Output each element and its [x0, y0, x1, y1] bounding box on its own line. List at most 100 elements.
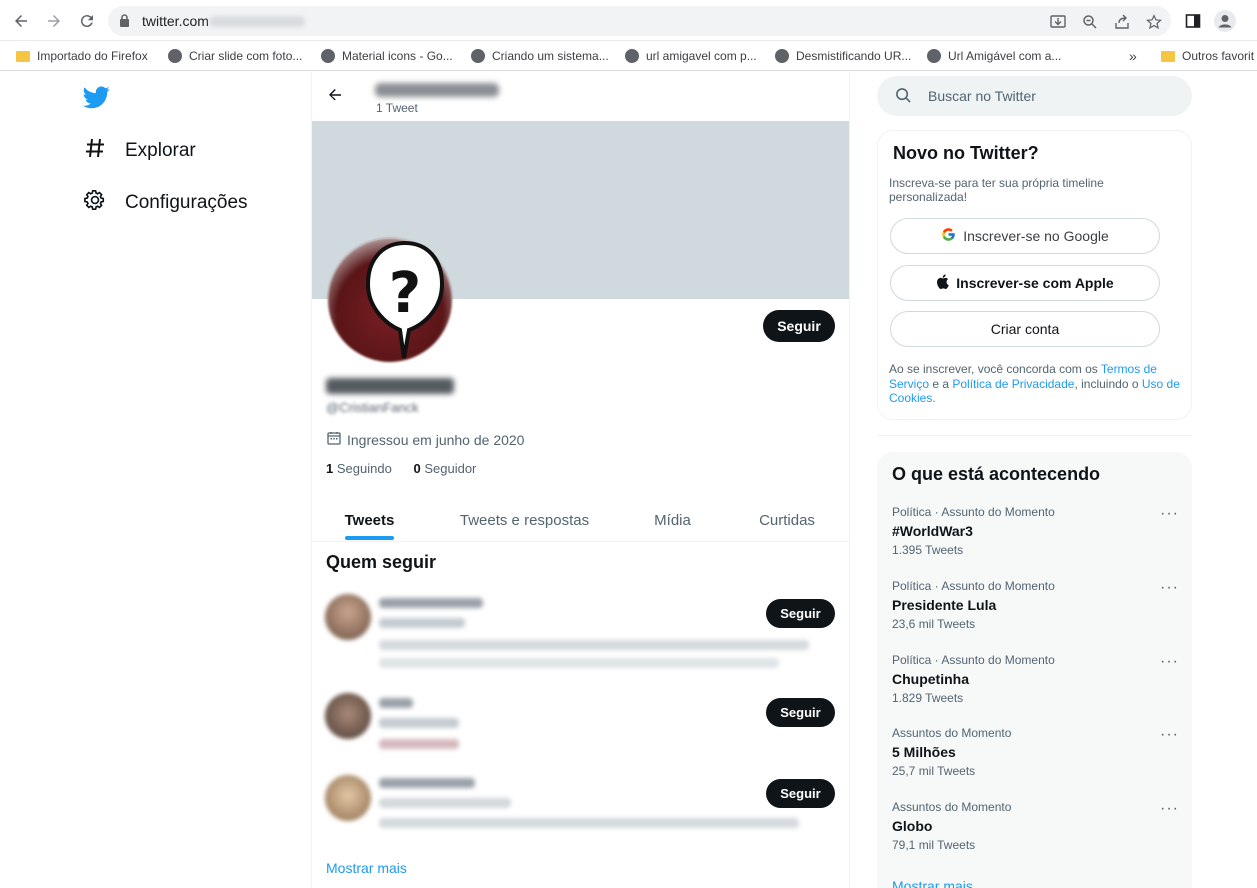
nav-label: Explorar — [125, 140, 196, 161]
signup-card: Novo no Twitter? Inscreva-se para ter su… — [877, 130, 1192, 420]
header-profile-name-redacted — [375, 83, 499, 97]
signup-title: Novo no Twitter? — [893, 143, 1039, 163]
more-options-icon[interactable]: ··· — [1160, 653, 1179, 671]
privacy-policy-link[interactable]: Política de Privacidade — [952, 377, 1074, 391]
globe-icon — [625, 49, 639, 63]
trend-name: Globo — [892, 818, 933, 834]
terms-text: e a — [929, 376, 953, 391]
google-signup-button[interactable]: Inscrever-se no Google — [890, 218, 1160, 254]
url-redacted — [209, 16, 305, 27]
trend-name: 5 Milhões — [892, 744, 956, 760]
twitter-bird-icon[interactable] — [83, 86, 110, 114]
trend-item[interactable]: Política · Assunto do Momento Chupetinha… — [892, 653, 1182, 713]
forward-icon[interactable] — [43, 10, 65, 32]
follow-button[interactable]: Seguir — [766, 779, 835, 808]
side-panel-icon[interactable] — [1182, 10, 1204, 32]
suggestion-bio-redacted — [379, 658, 779, 668]
suggestion-handle-redacted — [379, 618, 465, 628]
suggestion-name-redacted — [379, 778, 475, 788]
more-options-icon[interactable]: ··· — [1160, 505, 1179, 523]
bookmark-star-icon[interactable] — [1145, 13, 1163, 31]
followers-count: 0 — [413, 461, 421, 476]
profile-column: 1 Tweet ? Seguir @CristianFanck Ingresso… — [311, 72, 850, 888]
apple-signup-button[interactable]: Inscrever-se com Apple — [890, 265, 1160, 301]
nav-explorar[interactable]: Explorar — [84, 138, 196, 164]
bookmark-item[interactable]: Material icons - Go... — [321, 47, 453, 65]
back-arrow-icon[interactable] — [326, 86, 344, 109]
globe-icon — [927, 49, 941, 63]
tab-tweets-e-respostas[interactable]: Tweets e respostas — [442, 498, 607, 542]
trends-title: O que está acontecendo — [892, 464, 1101, 484]
following-link[interactable]: 1 Seguindo — [326, 461, 392, 476]
suggestion-bio-redacted — [379, 640, 809, 650]
show-more-link[interactable]: Mostrar mais — [326, 860, 407, 876]
follow-button[interactable]: Seguir — [766, 599, 835, 628]
bookmark-item[interactable]: Criar slide com foto... — [168, 47, 302, 65]
back-icon[interactable] — [10, 10, 32, 32]
follow-button[interactable]: Seguir — [766, 698, 835, 727]
globe-icon — [471, 49, 485, 63]
search-icon — [895, 87, 912, 109]
suggestion-item[interactable]: Seguir — [312, 684, 849, 764]
divider — [877, 435, 1192, 436]
reload-icon[interactable] — [76, 10, 98, 32]
trend-item[interactable]: Assuntos do Momento 5 Milhões 25,7 mil T… — [892, 726, 1182, 786]
followers-link[interactable]: 0 Seguidor — [413, 461, 476, 476]
zoom-icon[interactable] — [1081, 13, 1099, 31]
terms-text: . — [932, 391, 936, 405]
url-text: twitter.com — [142, 13, 209, 29]
gear-icon — [84, 189, 106, 217]
profile-icon[interactable] — [1214, 10, 1236, 32]
bookmark-item[interactable]: Importado do Firefox — [16, 47, 148, 65]
who-to-follow-title: Quem seguir — [326, 552, 437, 572]
bookmark-item[interactable]: Desmistificando UR... — [775, 47, 911, 65]
profile-handle: @CristianFanck — [326, 400, 419, 415]
suggestion-item[interactable]: Seguir — [312, 766, 849, 846]
bookmark-label: Importado do Firefox — [37, 49, 148, 63]
create-account-button[interactable]: Criar conta — [890, 311, 1160, 347]
followers-label: Seguidor — [424, 461, 477, 476]
following-label: Seguindo — [336, 461, 392, 476]
calendar-icon — [327, 431, 341, 448]
trend-context: Política · Assunto do Momento — [892, 653, 1055, 667]
follow-stats: 1 Seguindo 0 Seguidor — [326, 461, 476, 476]
bookmark-item[interactable]: url amigavel com p... — [625, 47, 757, 65]
folder-icon — [16, 50, 30, 62]
address-bar[interactable]: twitter.com — [108, 6, 1171, 36]
bookmark-item[interactable]: Url Amigável com a... — [927, 47, 1061, 65]
more-options-icon[interactable]: ··· — [1160, 579, 1179, 597]
bookmarks-overflow-button[interactable]: » — [1129, 47, 1137, 65]
svg-text:?: ? — [389, 261, 421, 326]
trend-context: Política · Assunto do Momento — [892, 579, 1055, 593]
joined-date: Ingressou em junho de 2020 — [327, 431, 524, 448]
trends-show-more-link[interactable]: Mostrar mais — [892, 878, 973, 888]
google-signup-label: Inscrever-se no Google — [963, 228, 1109, 244]
other-favorites[interactable]: Outros favorit — [1161, 47, 1254, 65]
bookmark-item[interactable]: Criando um sistema... — [471, 47, 609, 65]
avatar — [325, 693, 371, 739]
trend-item[interactable]: Assuntos do Momento Globo 79,1 mil Tweet… — [892, 800, 1182, 860]
tab-midia[interactable]: Mídia — [630, 498, 715, 542]
trend-count: 1.395 Tweets — [892, 543, 964, 557]
signup-subtitle: Inscreva-se para ter sua própria timelin… — [889, 176, 1104, 204]
search-input[interactable]: Buscar no Twitter — [877, 76, 1192, 116]
browser-toolbar: twitter.com — [0, 0, 1257, 41]
nav-configuracoes[interactable]: Configurações — [84, 190, 248, 216]
trend-item[interactable]: Política · Assunto do Momento Presidente… — [892, 579, 1182, 639]
more-options-icon[interactable]: ··· — [1160, 800, 1179, 818]
trend-item[interactable]: Política · Assunto do Momento #WorldWar3… — [892, 505, 1182, 565]
profile-name-redacted — [326, 378, 454, 394]
share-icon[interactable] — [1113, 13, 1131, 31]
install-icon[interactable] — [1049, 13, 1067, 31]
avatar — [325, 594, 371, 640]
trend-context: Assuntos do Momento — [892, 800, 1012, 814]
suggestion-item[interactable]: Seguir — [312, 584, 849, 668]
profile-avatar[interactable]: ? — [328, 238, 452, 362]
suggestion-name-redacted — [379, 598, 483, 608]
terms-text: Ao se inscrever, você concorda com os — [889, 362, 1101, 376]
bookmark-label: url amigavel com p... — [646, 49, 757, 63]
tab-curtidas[interactable]: Curtidas — [742, 498, 832, 542]
more-options-icon[interactable]: ··· — [1160, 726, 1179, 744]
joined-label: Ingressou em junho de 2020 — [347, 431, 525, 448]
follow-button[interactable]: Seguir — [763, 310, 835, 342]
